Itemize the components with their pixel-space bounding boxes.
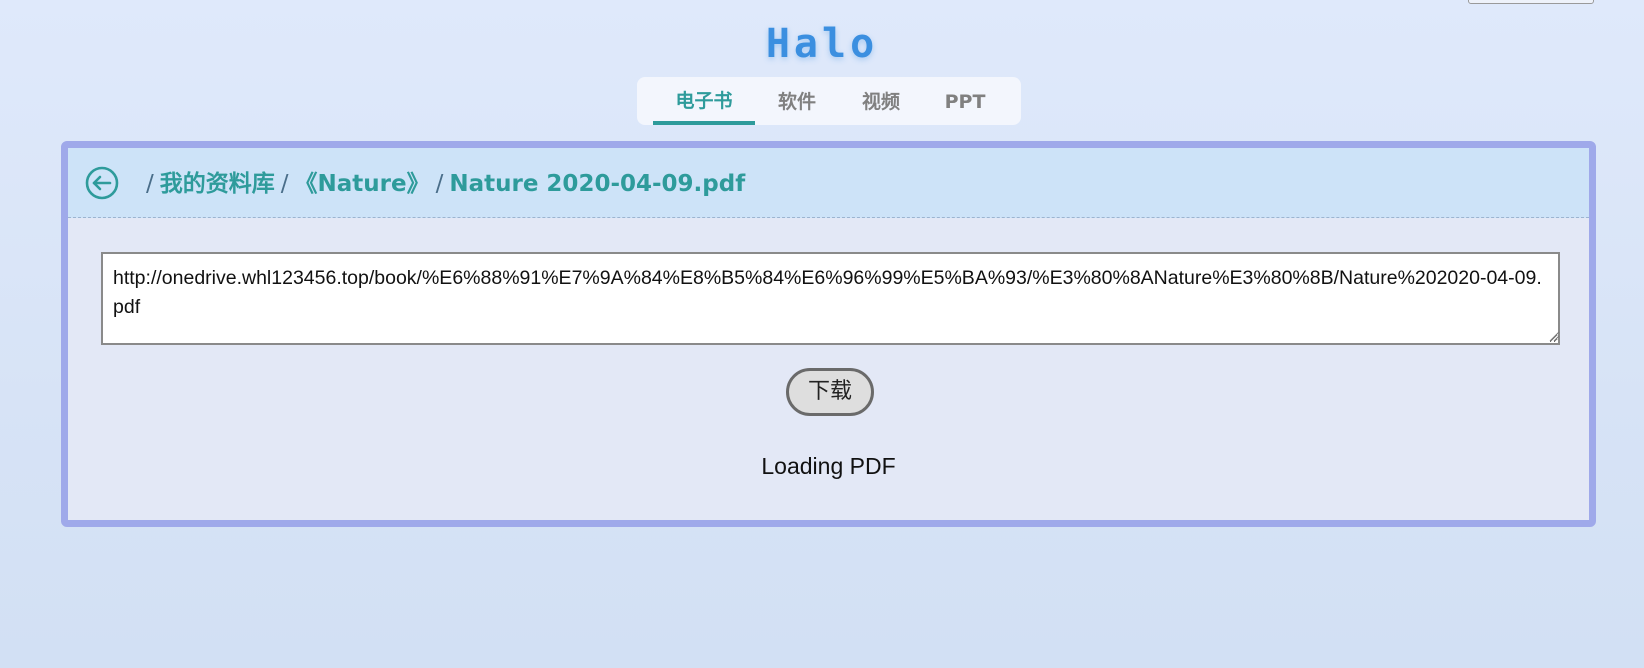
pdf-loading-status: Loading PDF bbox=[761, 453, 896, 479]
breadcrumb-separator: / bbox=[146, 171, 154, 197]
breadcrumb-separator: / bbox=[280, 171, 289, 197]
site-title: Halo bbox=[765, 21, 879, 67]
file-url-textarea[interactable]: http://onedrive.whl123456.top/book/%E6%8… bbox=[101, 252, 1560, 345]
top-corner-control[interactable] bbox=[1468, 0, 1594, 4]
breadcrumb-item-library[interactable]: 我的资料库 bbox=[160, 171, 275, 197]
tab-ppt[interactable]: PPT bbox=[923, 77, 1007, 125]
breadcrumb-item-file: Nature 2020-04-09.pdf bbox=[449, 171, 746, 197]
file-panel: / 我的资料库 / 《Nature》 / Nature 2020-04-09.pdf ht… bbox=[61, 141, 1596, 527]
category-tabs: 电子书 软件 视频 PPT bbox=[637, 77, 1021, 125]
arrow-left-circle-icon[interactable] bbox=[85, 166, 119, 200]
tab-software[interactable]: 软件 bbox=[755, 77, 839, 125]
tab-video[interactable]: 视频 bbox=[839, 77, 923, 125]
resize-grip-icon[interactable] bbox=[1548, 330, 1560, 342]
panel-header: / 我的资料库 / 《Nature》 / Nature 2020-04-09.pdf bbox=[68, 148, 1589, 218]
breadcrumb-separator: / bbox=[435, 171, 444, 197]
tab-ebook[interactable]: 电子书 bbox=[653, 77, 755, 125]
breadcrumb: / 我的资料库 / 《Nature》 / Nature 2020-04-09.pdf bbox=[140, 166, 745, 202]
breadcrumb-item-nature[interactable]: 《Nature》 bbox=[295, 171, 430, 197]
download-button[interactable]: 下载 bbox=[786, 368, 874, 416]
